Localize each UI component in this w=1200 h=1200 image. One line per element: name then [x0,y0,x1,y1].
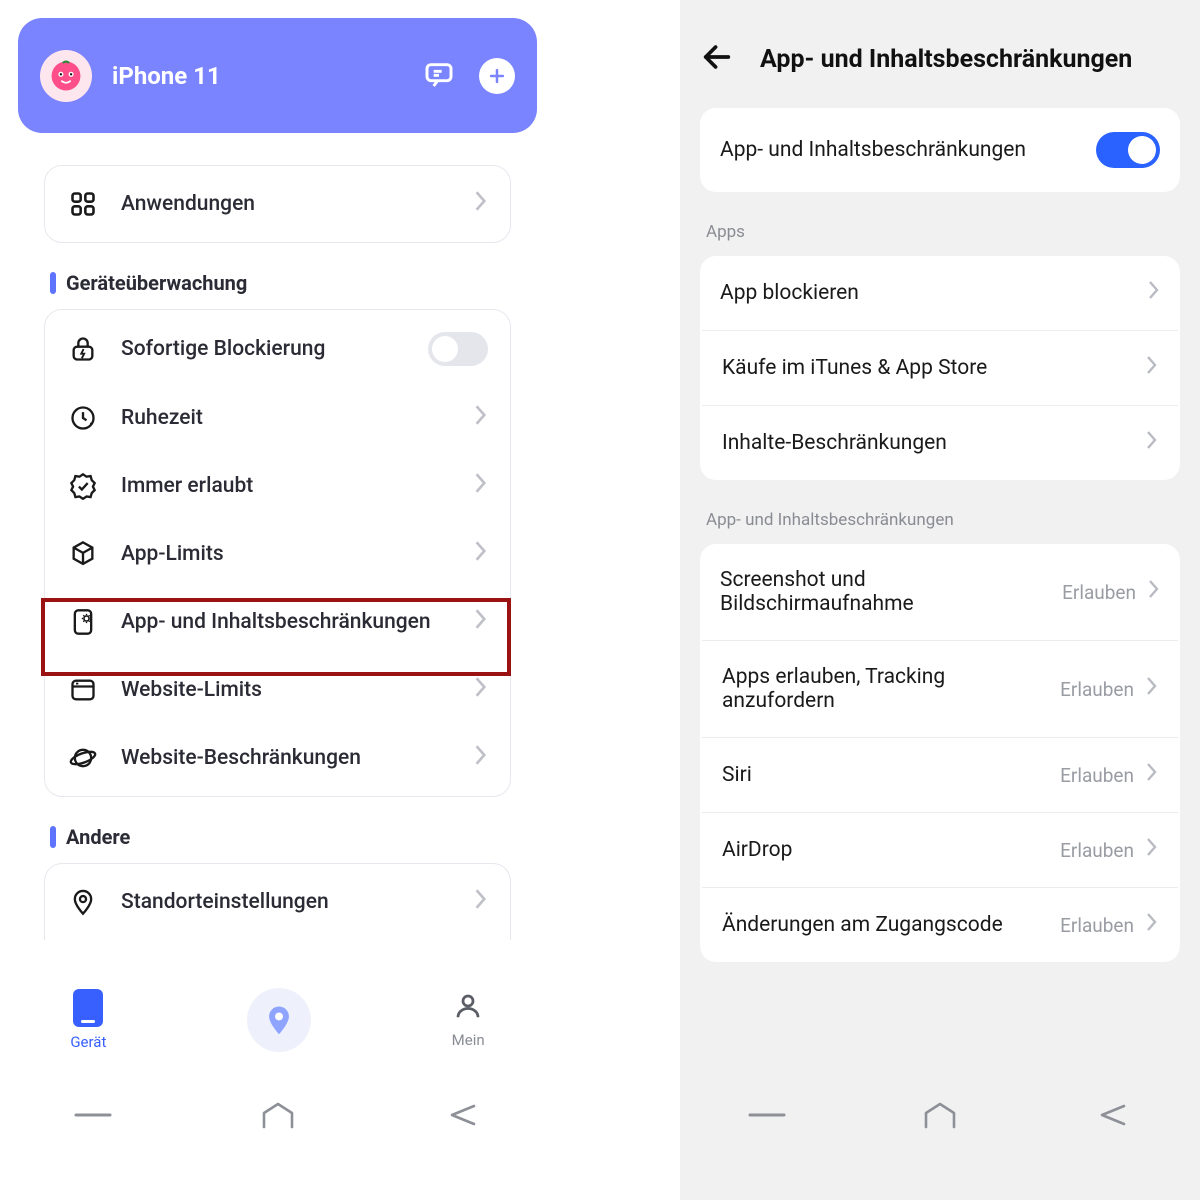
planet-icon [67,742,99,774]
row-block-app[interactable]: App blockieren [700,256,1180,330]
card-main-toggle: App- und Inhaltsbeschränkungen [700,108,1180,192]
browser-icon [67,674,99,706]
toggle-restrictions[interactable] [1096,132,1160,168]
nav-home-icon[interactable] [238,1102,318,1128]
nav-recents-icon[interactable] [53,1102,133,1128]
left-screen: iPhone 11 Anwendungen [0,0,555,1200]
row-downtime[interactable]: Ruhezeit [45,384,510,452]
right-screen: App- und Inhaltsbeschränkungen App- und … [680,0,1200,1200]
apps-icon [67,188,99,220]
chevron-right-icon [474,608,488,636]
device-header: iPhone 11 [18,18,537,133]
nav-back-icon[interactable] [423,1102,503,1128]
card-restrictions: Screenshot und Bildschirmaufnahme Erlaub… [700,544,1180,962]
nav-home-icon[interactable] [900,1102,980,1128]
chevron-right-icon [1146,676,1158,702]
row-screenshot[interactable]: Screenshot und Bildschirmaufnahme Erlaub… [700,544,1180,640]
nav-recents-icon[interactable] [727,1102,807,1128]
phone-gear-icon [67,606,99,638]
nav-mine[interactable]: Mein [452,991,485,1049]
nav-device[interactable]: Gerät [70,989,106,1051]
row-passcode-changes[interactable]: Änderungen am Zugangscode Erlauben [702,887,1178,962]
chevron-right-icon [1148,579,1160,605]
detail-header: App- und Inhaltsbeschränkungen [680,0,1200,108]
system-nav [0,1090,555,1140]
card-monitoring: Sofortige Blockierung Ruhezeit Immer erl… [44,309,511,797]
location-pin-icon [67,886,99,918]
row-location-settings[interactable]: Standorteinstellungen [45,868,510,936]
row-website-limits[interactable]: Website-Limits [45,656,510,724]
chevron-right-icon [474,190,488,218]
nav-back-icon[interactable] [1073,1102,1153,1128]
chevron-right-icon [474,472,488,500]
row-always-allowed[interactable]: Immer erlaubt [45,452,510,520]
lock-bolt-icon [67,333,99,365]
cube-hourglass-icon [67,538,99,570]
row-content-restrictions[interactable]: App- und Inhaltsbeschränkungen [45,588,510,656]
chevron-right-icon [1146,912,1158,938]
row-content-limits[interactable]: Inhalte-Beschränkungen [702,405,1178,480]
chevron-right-icon [474,404,488,432]
chat-icon[interactable] [423,58,455,94]
system-nav [680,1090,1200,1140]
row-airdrop[interactable]: AirDrop Erlauben [702,812,1178,887]
card-usage: Anwendungen [44,165,511,243]
chevron-right-icon [474,676,488,704]
chevron-right-icon [474,888,488,916]
section-marker-icon [50,272,56,294]
section-marker-icon [50,826,56,848]
clock-hourglass-icon [67,402,99,434]
user-icon [453,991,483,1025]
row-website-restrictions[interactable]: Website-Beschränkungen [45,724,510,792]
chevron-right-icon [474,540,488,568]
avatar[interactable] [40,50,92,102]
nav-location[interactable] [247,988,311,1052]
back-button[interactable] [700,40,734,78]
page-title: App- und Inhaltsbeschränkungen [760,45,1132,74]
row-siri[interactable]: Siri Erlauben [702,737,1178,812]
row-instant-block[interactable]: Sofortige Blockierung [45,314,510,384]
chevron-right-icon [1148,280,1160,306]
chevron-right-icon [1146,762,1158,788]
row-label: Anwendungen [121,192,452,216]
card-other: Standorteinstellungen [44,863,511,940]
row-app-limits[interactable]: App-Limits [45,520,510,588]
chevron-right-icon [1146,837,1158,863]
row-tracking[interactable]: Apps erlauben, Tracking anzufordern Erla… [702,640,1178,737]
card-apps: App blockieren Käufe im iTunes & App Sto… [700,256,1180,480]
device-icon [73,989,103,1027]
section-other-title: Andere [50,825,555,849]
bottom-nav: Gerät Mein [0,970,555,1070]
section-monitoring-title: Geräteüberwachung [50,271,555,295]
badge-check-icon [67,470,99,502]
chevron-right-icon [1146,430,1158,456]
section-label-apps: Apps [706,222,1200,242]
toggle-instant-block[interactable] [428,332,488,366]
chevron-right-icon [474,744,488,772]
row-purchases[interactable]: Käufe im iTunes & App Store [702,330,1178,405]
chevron-right-icon [1146,355,1158,381]
row-main-toggle[interactable]: App- und Inhaltsbeschränkungen [700,108,1180,192]
row-applications[interactable]: Anwendungen [45,170,510,238]
device-name: iPhone 11 [112,62,221,90]
section-label-restrictions: App- und Inhaltsbeschränkungen [706,510,1200,530]
add-button[interactable] [479,58,515,94]
